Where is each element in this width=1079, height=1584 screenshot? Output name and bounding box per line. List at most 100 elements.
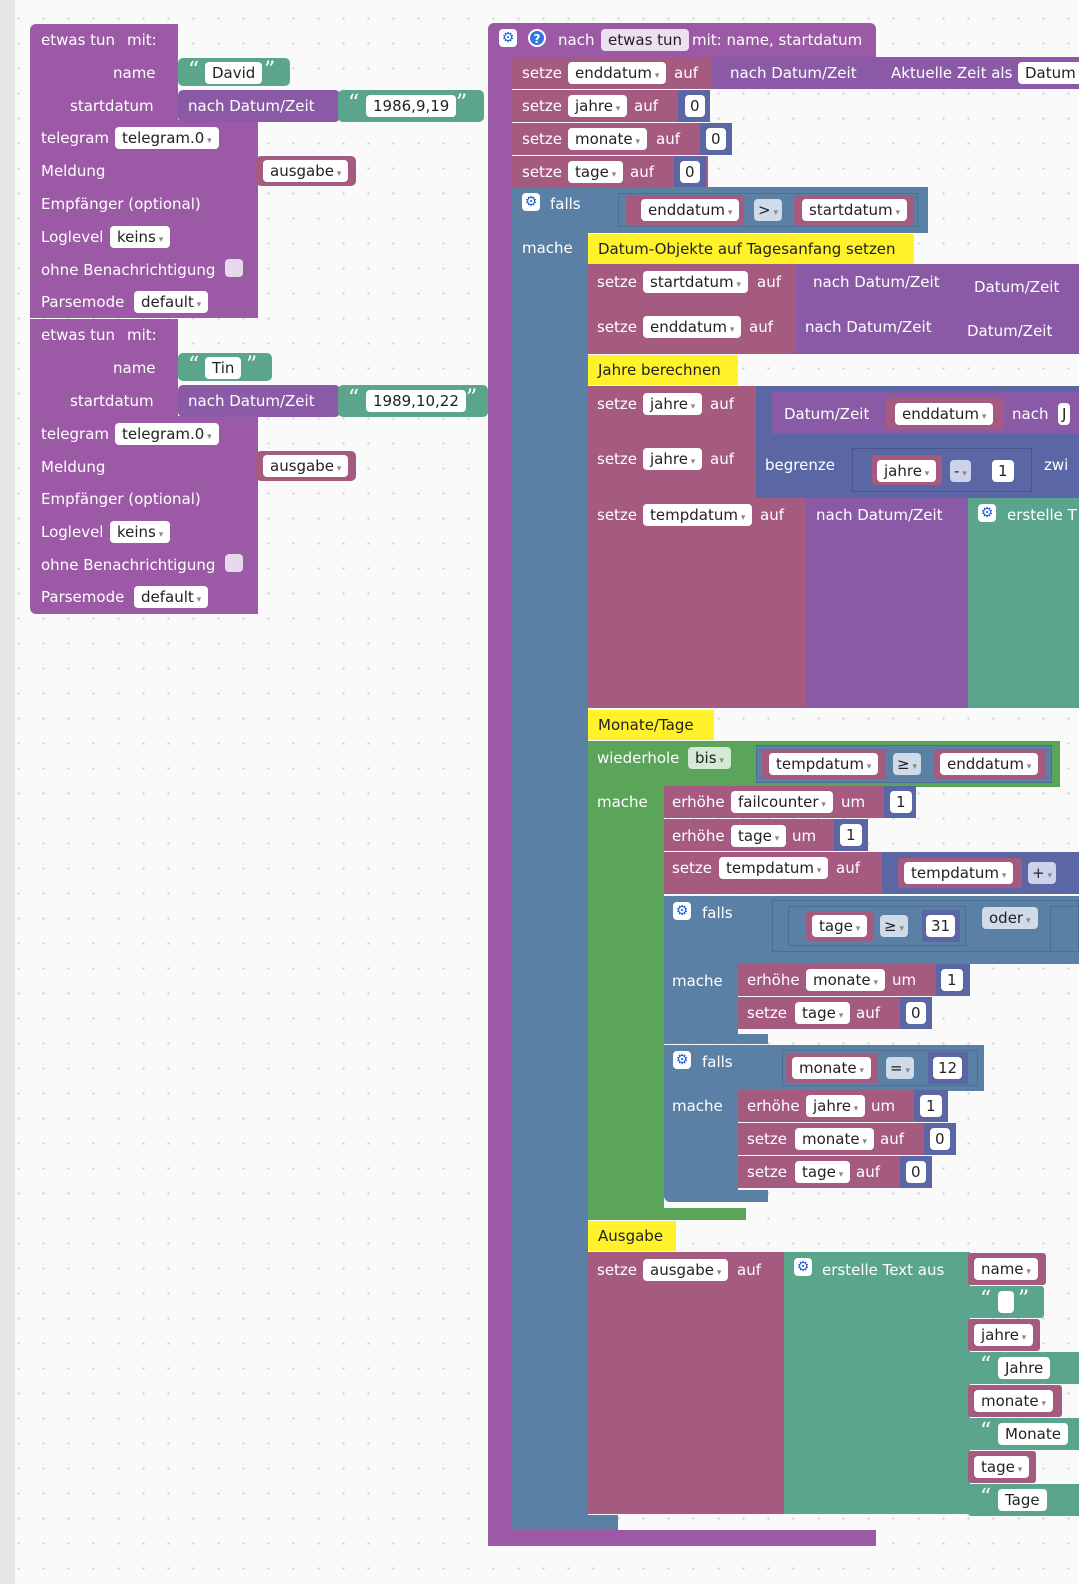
var-dropdown-monate[interactable]: monate [806,969,885,991]
create-text-block[interactable] [784,1252,970,1514]
telegram-block-bg[interactable] [30,416,258,614]
var-dropdown-tage[interactable]: tage [974,1456,1030,1478]
number-value[interactable]: 1 [840,824,862,846]
telegram-instance-dropdown[interactable]: telegram.0 [115,423,219,445]
var-dropdown-tempdatum[interactable]: tempdatum [904,862,1014,884]
number-value[interactable]: 0 [685,95,705,117]
unit-dropdown[interactable]: J [1058,403,1071,425]
parsemode-dropdown[interactable]: default [134,291,209,313]
logic-operator-dropdown[interactable]: oder [982,907,1038,929]
loglevel-dropdown[interactable]: keins [110,521,171,543]
var-dropdown-jahre[interactable]: jahre [806,1095,866,1117]
var-dropdown-tage[interactable]: tage [795,1161,851,1183]
number-value[interactable]: 0 [930,1128,950,1150]
operator-dropdown[interactable]: > [754,199,782,221]
number-value[interactable]: 1 [920,1095,942,1117]
var-dropdown-enddatum[interactable]: enddatum [568,62,667,84]
var-dropdown-name[interactable]: name [974,1258,1038,1280]
set-tempdatum-block[interactable] [588,498,808,708]
convert-date-block[interactable] [806,498,970,708]
number-value[interactable]: 12 [933,1057,963,1079]
number-value[interactable]: 31 [926,915,956,937]
var-dropdown-startdatum[interactable]: startdatum [802,199,908,221]
setze-label: setze [522,64,563,82]
var-dropdown-enddatum[interactable]: enddatum [940,753,1039,775]
var-dropdown-tempdatum[interactable]: tempdatum [769,753,879,775]
number-value[interactable]: 1 [992,460,1014,482]
set-ausgabe-block[interactable] [588,1252,786,1514]
var-dropdown-jahre[interactable]: jahre [643,448,703,470]
gear-icon[interactable]: ⚙ [673,902,691,920]
gear-icon[interactable]: ⚙ [522,193,540,211]
operator-dropdown[interactable]: = [886,1057,914,1079]
var-dropdown-monate[interactable]: monate [568,128,647,150]
var-dropdown-monate[interactable]: monate [795,1128,874,1150]
gear-icon[interactable]: ⚙ [499,29,517,47]
parsemode-dropdown[interactable]: default [134,586,209,608]
var-dropdown-ausgabe[interactable]: ausgabe [263,160,349,182]
loglevel-dropdown[interactable]: keins [110,226,171,248]
var-dropdown-tage[interactable]: tage [568,161,624,183]
var-dropdown-startdatum[interactable]: startdatum [643,271,749,293]
comment-block[interactable]: Datum-Objekte auf Tagesanfang setzen [588,234,914,264]
var-dropdown-ausgabe[interactable]: ausgabe [263,455,349,477]
number-value[interactable]: 0 [680,161,700,183]
time-format-dropdown[interactable]: Datum [1018,62,1079,84]
var-dropdown-monate[interactable]: monate [792,1057,871,1079]
var-dropdown-tage[interactable]: tage [812,915,868,937]
number-value[interactable]: 1 [890,791,912,813]
operator-dropdown[interactable]: ≥ [893,753,921,775]
operator-dropdown[interactable]: + [1028,862,1056,884]
telegram-instance-dropdown[interactable]: telegram.0 [115,127,219,149]
number-value[interactable]: 0 [906,1161,926,1183]
text-value-name[interactable]: David [205,62,263,84]
help-icon[interactable]: ? [528,29,546,47]
comment-block[interactable]: Monate/Tage [588,710,714,740]
var-dropdown-tage[interactable]: tage [731,825,787,847]
ohne-benachrichtigung-checkbox[interactable] [225,259,243,277]
var-dropdown-monate[interactable]: monate [974,1390,1053,1412]
var-dropdown-ausgabe[interactable]: ausgabe [643,1259,729,1281]
text-value-startdatum[interactable]: 1989,10,22 [366,390,466,412]
gear-icon[interactable]: ⚙ [673,1051,691,1069]
text-value-space[interactable] [998,1291,1014,1313]
var-dropdown-tempdatum[interactable]: tempdatum [719,857,829,879]
var-dropdown-jahre[interactable]: jahre [974,1324,1034,1346]
text-value-name[interactable]: Tin [205,357,242,379]
datetime-label: Datum/Zeit [967,322,1053,340]
gear-icon[interactable]: ⚙ [794,1258,812,1276]
number-value[interactable]: 0 [706,128,726,150]
var-dropdown-jahre[interactable]: jahre [568,95,628,117]
var-dropdown-tage[interactable]: tage [795,1002,851,1024]
var-dropdown-tempdatum[interactable]: tempdatum [643,504,753,526]
operator-dropdown[interactable]: - [950,460,971,482]
comment-block[interactable]: Jahre berechnen [588,355,738,385]
var-dropdown-failcounter[interactable]: failcounter [731,791,833,813]
text-value-jahre[interactable]: Jahre [998,1357,1051,1379]
operator-dropdown[interactable]: ≥ [880,915,908,937]
param-startdatum-label: startdatum [70,392,154,410]
repeat-mode-dropdown[interactable]: bis [688,747,731,769]
number-value[interactable]: 0 [906,1002,926,1024]
proc-name-field[interactable]: etwas tun [601,29,690,51]
var-dropdown-enddatum[interactable]: enddatum [641,199,740,221]
auf-label: auf [856,1004,880,1022]
number-value[interactable]: 1 [941,969,963,991]
var-dropdown-enddatum[interactable]: enddatum [895,403,994,425]
mache-label: mache [597,793,648,811]
text-value-monate[interactable]: Monate [998,1423,1068,1445]
comment-block[interactable]: Ausgabe [588,1221,676,1251]
text-value-startdatum[interactable]: 1986,9,19 [366,95,457,117]
ohne-benachrichtigung-checkbox[interactable] [225,554,243,572]
gear-icon[interactable]: ⚙ [978,504,996,522]
var-dropdown-enddatum[interactable]: enddatum [643,316,742,338]
setze-label: setze [597,395,638,413]
telegram-block-bg[interactable] [30,120,258,318]
create-text-block[interactable] [968,498,1079,708]
compare-block[interactable] [1050,906,1079,952]
convert-date-label: nach Datum/Zeit [805,318,932,336]
text-value-tage[interactable]: Tage [998,1489,1047,1511]
var-dropdown-jahre[interactable]: jahre [643,393,703,415]
create-text-label: erstelle Text aus [822,1261,945,1279]
var-dropdown-jahre[interactable]: jahre [877,460,937,482]
